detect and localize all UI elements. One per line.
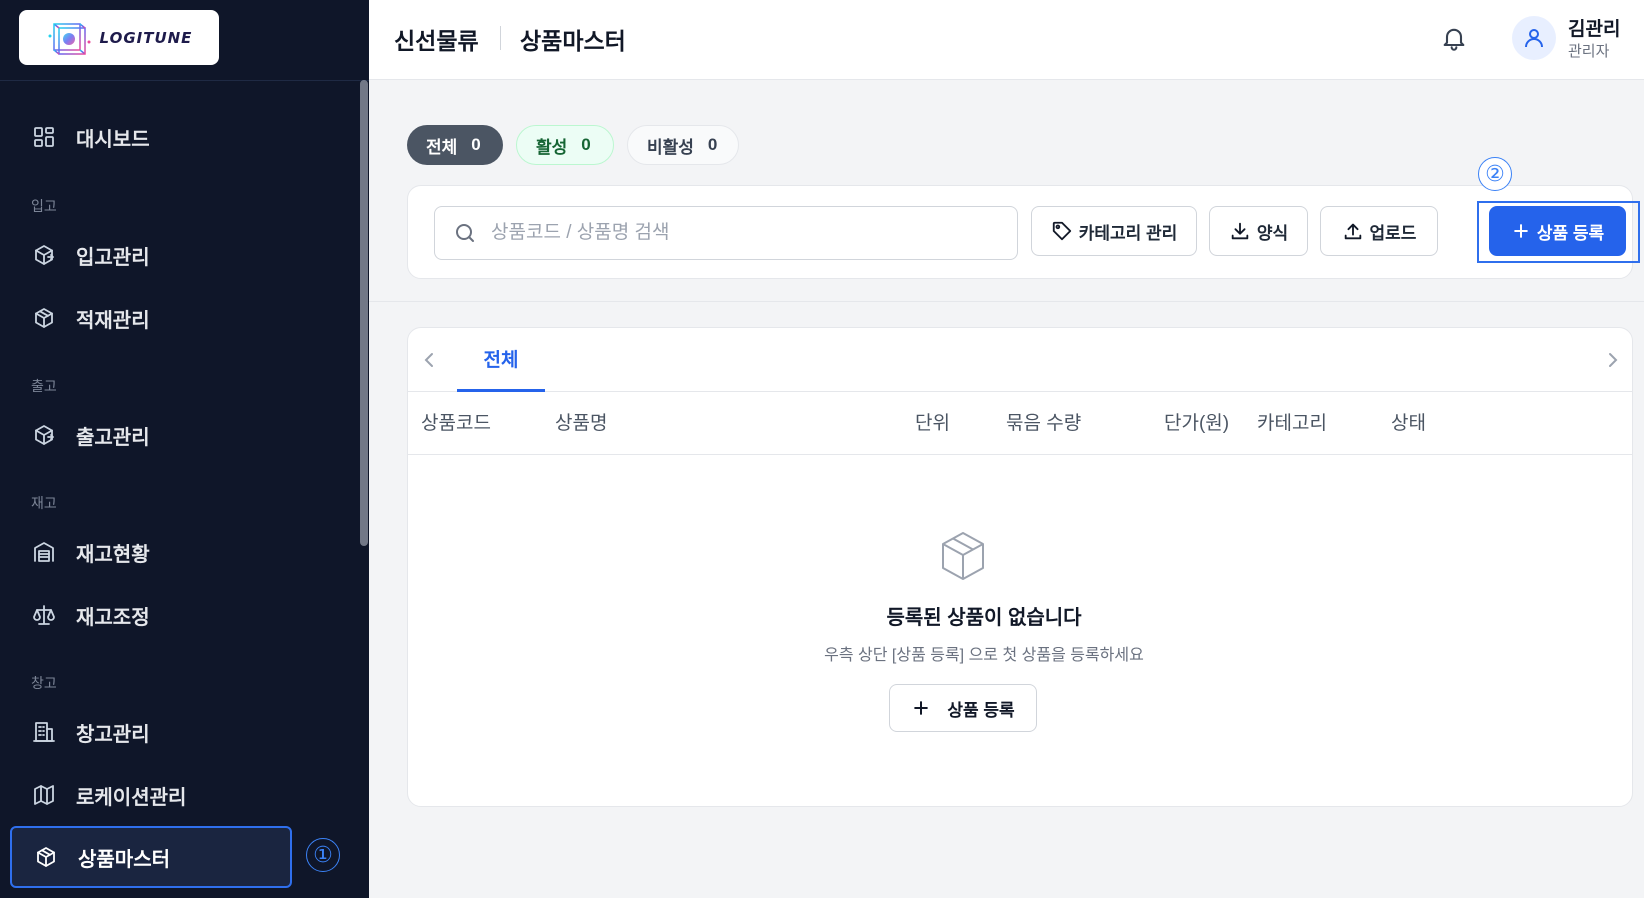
sidebar: LOGITUNE 대시보드 입고 입고관리 적재관리 출고 출고관리 재고 재고…	[0, 0, 369, 898]
sidebar-item-label: 창고관리	[76, 723, 150, 746]
annotation-marker-2: ②	[1478, 157, 1512, 191]
sidebar-item-warehouse-management[interactable]: 창고관리	[10, 703, 290, 761]
column-header-status[interactable]: 상태	[1391, 408, 1426, 435]
section-label-inbound: 입고	[31, 198, 57, 214]
sidebar-item-label: 재고조정	[76, 606, 150, 629]
sidebar-item-label: 적재관리	[76, 309, 150, 332]
column-header-category[interactable]: 카테고리	[1257, 408, 1327, 435]
download-icon	[1231, 222, 1249, 240]
user-icon	[1525, 29, 1543, 48]
logo[interactable]: LOGITUNE	[19, 10, 219, 65]
sidebar-scrollbar[interactable]	[360, 80, 368, 546]
empty-state-title: 등록된 상품이 없습니다	[886, 607, 1082, 629]
filter-inactive[interactable]: 비활성 0	[627, 125, 739, 165]
sidebar-item-location-management[interactable]: 로케이션관리	[10, 766, 290, 824]
download-template-button[interactable]: 양식	[1209, 206, 1308, 256]
add-product-button[interactable]: 상품 등록	[1489, 206, 1626, 256]
sidebar-item-inbound-management[interactable]: 입고관리	[10, 226, 290, 284]
box-icon	[34, 845, 58, 869]
page-title: 상품마스터	[520, 28, 626, 54]
filter-inactive-label: 비활성	[647, 137, 694, 157]
breadcrumb-root[interactable]: 신선물류	[394, 22, 479, 56]
table-header-divider	[408, 454, 1632, 455]
download-template-label: 양식	[1256, 223, 1289, 243]
sidebar-item-dashboard[interactable]: 대시보드	[10, 108, 290, 166]
filter-all-label: 전체	[426, 137, 458, 157]
tag-icon	[1052, 221, 1071, 241]
sidebar-item-label: 대시보드	[76, 128, 150, 151]
sidebar-item-label: 재고현황	[76, 543, 150, 566]
sidebar-divider	[0, 80, 369, 81]
filter-all[interactable]: 전체 0	[407, 125, 503, 165]
upload-icon	[1344, 223, 1361, 240]
add-product-label: 상품 등록	[1536, 223, 1605, 243]
tab-scroll-right-icon[interactable]	[1602, 350, 1622, 370]
grid-icon	[32, 125, 56, 149]
building-icon	[32, 720, 56, 744]
toolbar-card: 카테고리 관리 양식 업로드 상품 등록 ②	[407, 157, 1640, 279]
section-label-warehouse: 창고	[31, 675, 57, 691]
search-icon	[456, 224, 474, 242]
sidebar-item-putaway-management[interactable]: 적재관리	[10, 289, 290, 347]
box-arrow-icon	[32, 243, 56, 267]
filter-all-count: 0	[471, 135, 481, 154]
sidebar-item-stock-adjustment[interactable]: 재고조정	[10, 586, 290, 644]
scale-icon	[32, 603, 56, 627]
user-role: 관리자	[1568, 43, 1610, 60]
map-icon	[32, 783, 56, 807]
empty-add-product-label: 상품 등록	[947, 700, 1015, 720]
top-header: 신선물류 상품마스터 김관리 관리자	[369, 0, 1644, 80]
filter-active-count: 0	[581, 135, 591, 154]
upload-label: 업로드	[1369, 223, 1417, 243]
empty-state-subtitle: 우측 상단 [상품 등록] 으로 첫 상품을 등록하세요	[824, 647, 1144, 664]
section-label-inventory: 재고	[31, 495, 57, 511]
breadcrumb-divider	[500, 26, 501, 50]
column-header-bundle-qty[interactable]: 묶음 수량	[1006, 408, 1081, 435]
category-tabs: 전체	[408, 328, 1632, 392]
upload-button[interactable]: 업로드	[1320, 206, 1438, 256]
search-input[interactable]	[491, 222, 1011, 244]
logo-mark-icon	[48, 22, 91, 55]
notification-bell-icon[interactable]	[1440, 24, 1468, 52]
warehouse-icon	[32, 540, 56, 564]
filter-active-label: 활성	[536, 137, 568, 157]
plus-icon	[1514, 224, 1528, 238]
search-box[interactable]	[434, 206, 1018, 260]
annotation-marker-1: ①	[306, 838, 340, 872]
sidebar-item-stock-status[interactable]: 재고현황	[10, 523, 290, 581]
box-arrow-icon	[32, 423, 56, 447]
plus-icon	[914, 701, 929, 715]
sidebar-item-label: 로케이션관리	[76, 786, 187, 809]
box-icon	[32, 306, 56, 330]
category-management-label: 카테고리 관리	[1078, 223, 1178, 243]
sidebar-item-label: 입고관리	[76, 246, 150, 269]
empty-box-icon	[935, 528, 991, 584]
section-label-outbound: 출고	[31, 378, 57, 394]
product-table-card: 전체 상품코드 상품명 단위 묶음 수량 단가(원) 카테고리 상태 등록된 상…	[407, 327, 1633, 807]
sidebar-item-label: 출고관리	[76, 426, 150, 449]
column-header-unit-price[interactable]: 단가(원)	[1164, 408, 1229, 435]
main-content: 전체 0 활성 0 비활성 0 카테고리 관리 양식 업로드 상품 등록	[369, 81, 1644, 898]
sidebar-item-product-master[interactable]: 상품마스터	[10, 826, 292, 888]
category-management-button[interactable]: 카테고리 관리	[1031, 206, 1197, 256]
sidebar-item-outbound-management[interactable]: 출고관리	[10, 406, 290, 464]
tab-all[interactable]: 전체	[457, 328, 545, 392]
avatar[interactable]	[1512, 16, 1556, 60]
user-name[interactable]: 김관리	[1568, 14, 1620, 41]
section-divider	[369, 301, 1644, 302]
logo-text: LOGITUNE	[99, 28, 193, 47]
column-header-product-code[interactable]: 상품코드	[421, 408, 491, 435]
filter-inactive-count: 0	[707, 135, 718, 154]
column-header-product-name[interactable]: 상품명	[555, 408, 607, 435]
tab-scroll-left-icon[interactable]	[420, 350, 440, 370]
sidebar-item-label: 상품마스터	[78, 848, 170, 871]
column-header-unit[interactable]: 단위	[915, 408, 950, 435]
empty-add-product-button[interactable]: 상품 등록	[889, 684, 1037, 732]
filter-active[interactable]: 활성 0	[516, 125, 614, 165]
